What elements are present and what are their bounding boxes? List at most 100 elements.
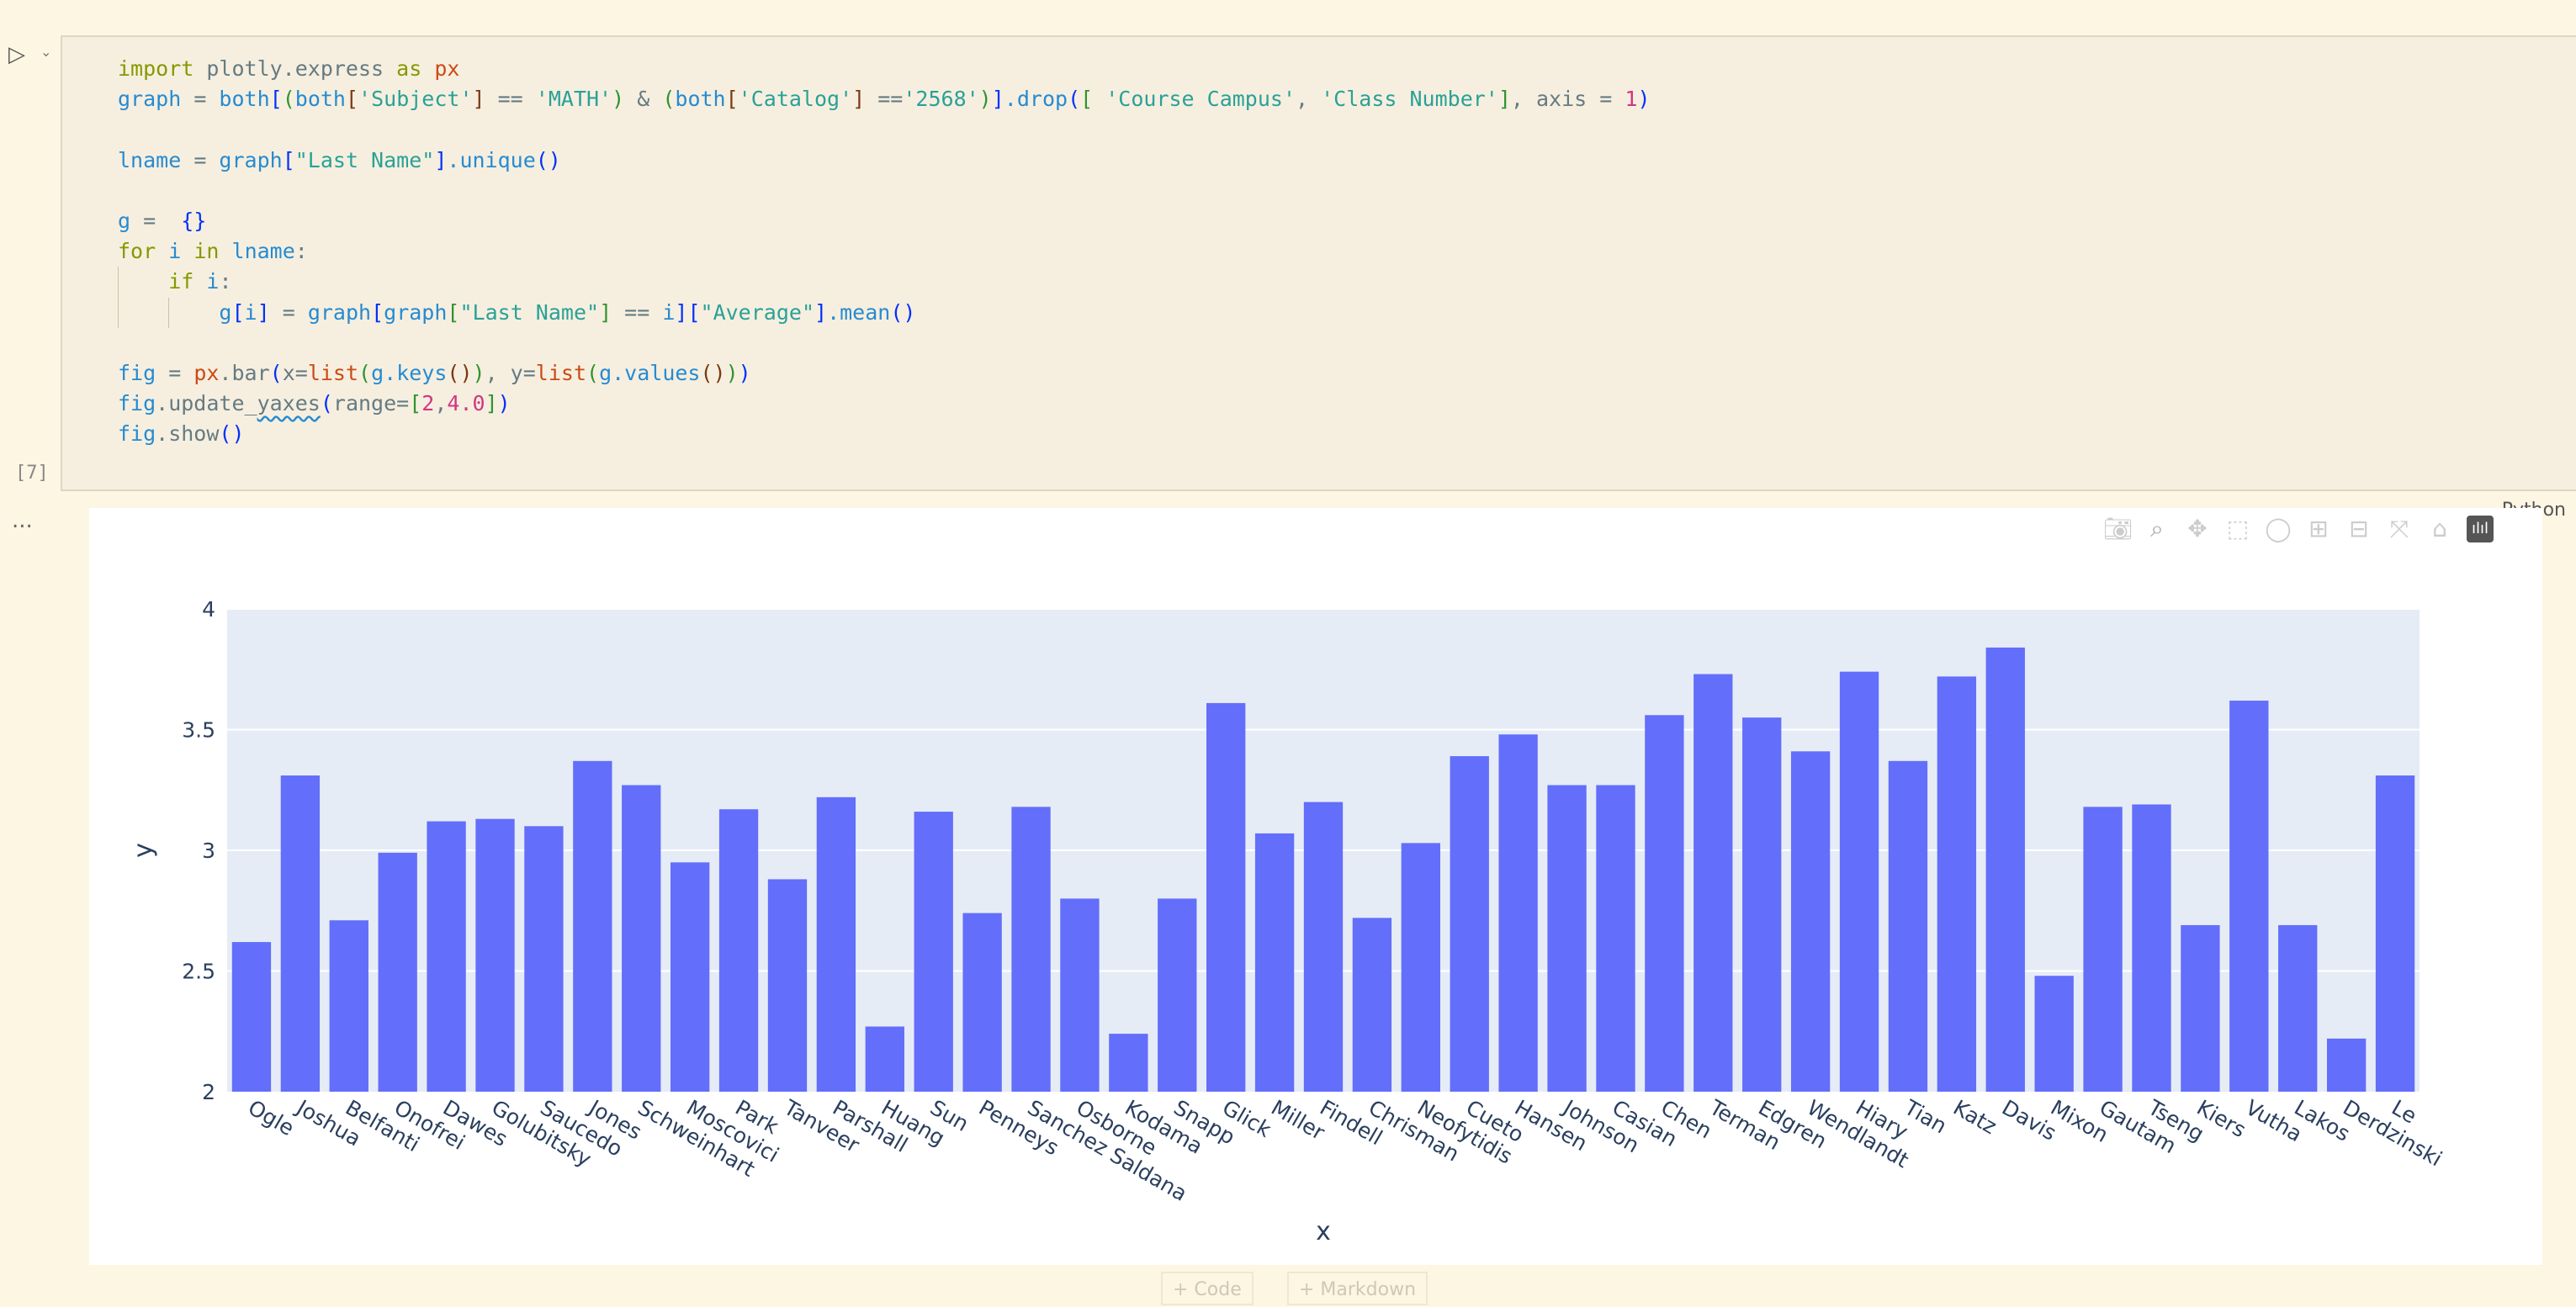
code-token: =	[181, 148, 219, 172]
code-token: )	[498, 391, 511, 415]
code-token: 'Catalog'	[739, 87, 852, 111]
lasso-select-icon[interactable]: ◯	[2265, 516, 2292, 542]
code-token: 4.0	[447, 391, 485, 415]
bar-chart[interactable]: 22.533.54OgleJoshuaBelfantiOnofreiDawesG…	[89, 508, 2542, 1265]
bar	[2229, 701, 2268, 1092]
bar	[2278, 925, 2317, 1092]
zoom-icon[interactable]: ⌕	[2144, 516, 2171, 542]
chevron-down-icon[interactable]: ⌄	[40, 44, 51, 60]
plot-modebar: 📷︎ ⌕ ✥ ⬚ ◯ ⊞ ⊟ ⤧ ⌂ ılıl	[2103, 515, 2494, 543]
reset-axes-icon[interactable]: ⌂	[2426, 516, 2453, 542]
zoom-in-icon[interactable]: ⊞	[2305, 516, 2332, 542]
autoscale-icon[interactable]: ⤧	[2386, 516, 2413, 542]
code-token: .update_	[156, 391, 257, 415]
bar	[427, 822, 465, 1092]
code-token: both	[295, 87, 346, 111]
code-line[interactable]: fig.update_yaxes(range=[2,4.0])	[118, 389, 1651, 419]
bar	[1742, 717, 1781, 1092]
code-token: graph	[118, 87, 181, 111]
code-token: lname	[118, 148, 181, 172]
add-markdown-button[interactable]: + Markdown	[1287, 1272, 1428, 1305]
code-line[interactable]	[118, 176, 1651, 206]
code-token: i	[245, 300, 257, 325]
code-line[interactable]: for i in lname:	[118, 236, 1651, 267]
code-token: ()	[219, 421, 244, 446]
y-tick-label: 4	[202, 597, 215, 622]
bar	[1547, 786, 1586, 1092]
code-token: ]	[1498, 87, 1511, 111]
code-token: [	[231, 300, 244, 325]
bar	[2376, 775, 2414, 1092]
code-token: .drop	[1004, 87, 1068, 111]
code-line[interactable]: graph = both[(both['Subject'] == 'MATH')…	[118, 84, 1651, 114]
output-more-button[interactable]: ...	[12, 508, 33, 533]
code-token: i	[206, 269, 219, 294]
code-token: fig	[118, 391, 156, 415]
code-token: range=	[333, 391, 409, 415]
code-token: ()	[890, 300, 915, 325]
code-token: )	[612, 87, 624, 111]
bar	[1304, 802, 1343, 1092]
code-token: i	[168, 239, 181, 263]
code-line[interactable]: if i:	[118, 267, 1651, 297]
code-line[interactable]: import plotly.express as px	[118, 54, 1651, 84]
x-tick-label: Ogle	[244, 1095, 299, 1140]
code-token: ==	[865, 87, 903, 111]
bar	[817, 797, 856, 1092]
bar	[475, 819, 514, 1092]
code-token: ]	[814, 300, 827, 325]
x-tick-label: Tian	[1900, 1095, 1951, 1139]
box-select-icon[interactable]: ⬚	[2224, 516, 2251, 542]
code-token: ]	[675, 300, 687, 325]
code-token: {}	[181, 209, 206, 233]
add-code-button[interactable]: + Code	[1161, 1272, 1254, 1305]
code-line[interactable]	[118, 328, 1651, 358]
bar	[1645, 715, 1683, 1092]
code-token: )	[739, 361, 751, 385]
bar	[232, 942, 271, 1092]
bar	[1986, 648, 2025, 1092]
code-editor[interactable]: import plotly.express as px graph = both […	[118, 54, 1651, 449]
code-line[interactable]: fig = px.bar(x=list(g.keys()), y=list(g.…	[118, 358, 1651, 389]
plotly-logo-icon[interactable]: ılıl	[2467, 516, 2494, 542]
camera-icon[interactable]: 📷︎	[2103, 516, 2130, 542]
bar	[1791, 751, 1830, 1092]
code-token: [	[371, 300, 384, 325]
code-token: (	[270, 361, 283, 385]
code-token: .show	[156, 421, 219, 446]
code-line[interactable]: g = {}	[118, 206, 1651, 236]
code-token: [	[283, 148, 295, 172]
code-token: [	[270, 87, 283, 111]
code-token: "Last Name"	[459, 300, 599, 325]
indent-guide	[168, 298, 169, 328]
code-token: ()	[701, 361, 726, 385]
code-token: ()	[447, 361, 472, 385]
code-line[interactable]	[118, 114, 1651, 145]
bar	[1206, 703, 1245, 1092]
code-token: )	[1637, 87, 1650, 111]
code-token: [	[687, 300, 700, 325]
run-cell-button[interactable]: ▷⌄	[8, 42, 42, 67]
code-token: graph	[384, 300, 447, 325]
code-token: ]	[257, 300, 270, 325]
pan-icon[interactable]: ✥	[2184, 516, 2211, 542]
bar	[622, 786, 660, 1092]
code-line[interactable]: g[i] = graph[graph["Last Name"] == i]["A…	[118, 298, 1651, 328]
bar	[1693, 674, 1732, 1092]
execution-count: [7]	[15, 463, 49, 484]
bar	[1402, 843, 1440, 1092]
code-line[interactable]: lname = graph["Last Name"].unique()	[118, 146, 1651, 176]
code-token: )	[473, 361, 485, 385]
bar	[1937, 676, 1976, 1092]
indent-guide	[118, 298, 119, 328]
code-token: if	[168, 269, 193, 294]
bar	[1109, 1034, 1148, 1092]
bar	[671, 862, 709, 1092]
bar	[2083, 807, 2122, 1092]
zoom-out-icon[interactable]: ⊟	[2345, 516, 2372, 542]
code-line[interactable]: fig.show()	[118, 419, 1651, 449]
code-token: ]	[599, 300, 612, 325]
x-tick-label: Lakos	[2290, 1095, 2354, 1146]
code-token: (	[662, 87, 675, 111]
code-token: g	[219, 300, 231, 325]
